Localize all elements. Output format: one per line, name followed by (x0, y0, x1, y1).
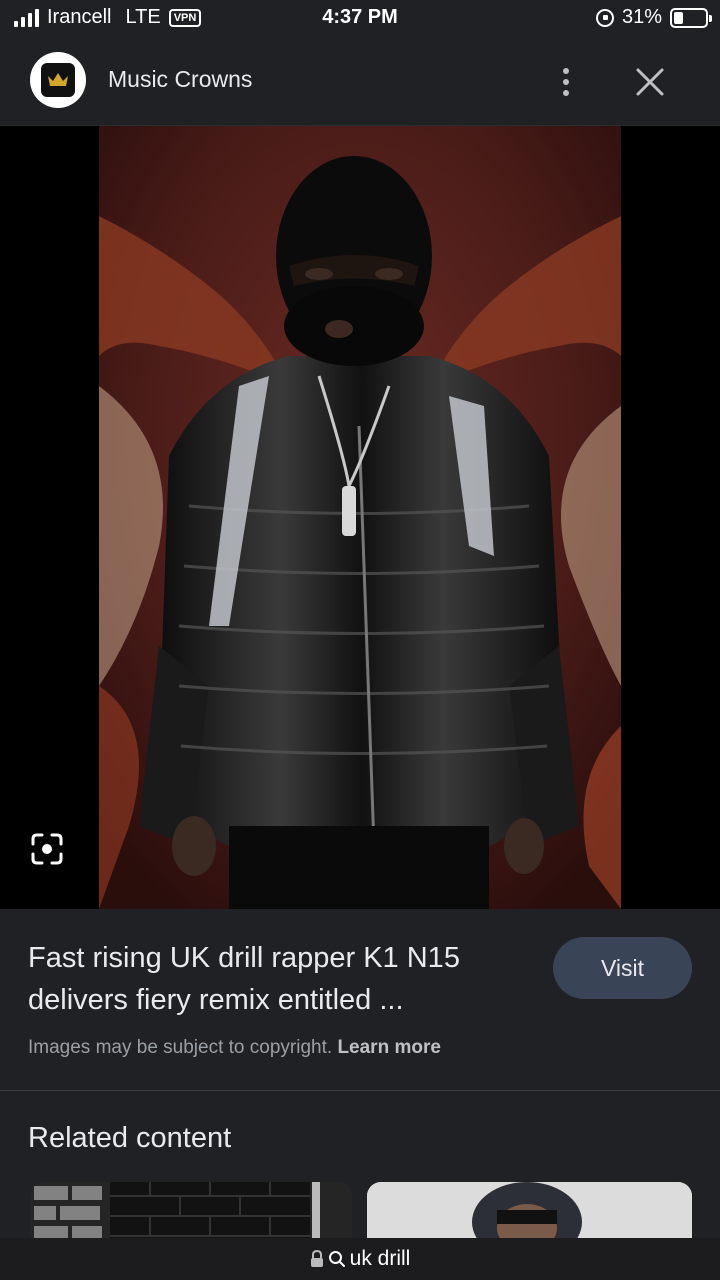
lens-search-icon (31, 833, 63, 865)
search-query: uk drill (349, 1247, 411, 1270)
visit-button[interactable]: Visit (553, 937, 692, 999)
result-image[interactable] (99, 126, 621, 909)
url-bar[interactable]: uk drill (0, 1238, 720, 1280)
related-card[interactable] (367, 1182, 692, 1242)
result-caption: Fast rising UK drill rapper K1 N15 deliv… (0, 909, 720, 1091)
close-icon (636, 68, 664, 96)
battery-icon (670, 7, 712, 28)
close-button[interactable] (628, 60, 672, 104)
site-logo[interactable] (30, 52, 86, 108)
status-bar: Irancell LTE VPN 4:37 PM 31% (0, 0, 720, 38)
rotation-lock-icon (595, 8, 614, 27)
related-card[interactable] (30, 1182, 352, 1242)
copyright-text: Images may be subject to copyright. (28, 1037, 333, 1058)
lens-search-button[interactable] (28, 830, 66, 868)
result-title[interactable]: Fast rising UK drill rapper K1 N15 deliv… (28, 937, 518, 1021)
search-icon (328, 1251, 345, 1267)
status-right: 31% (595, 6, 712, 29)
related-content-heading: Related content (28, 1122, 232, 1154)
copyright-notice: Images may be subject to copyright. Lear… (28, 1037, 441, 1059)
crown-icon (41, 63, 75, 97)
lock-icon (310, 1250, 323, 1267)
learn-more-link[interactable]: Learn more (337, 1037, 440, 1058)
battery-percent: 31% (621, 6, 662, 28)
more-options-button[interactable] (548, 60, 584, 104)
viewer-header: Music Crowns (0, 38, 720, 126)
site-name[interactable]: Music Crowns (108, 66, 252, 93)
image-viewer[interactable] (0, 126, 720, 909)
